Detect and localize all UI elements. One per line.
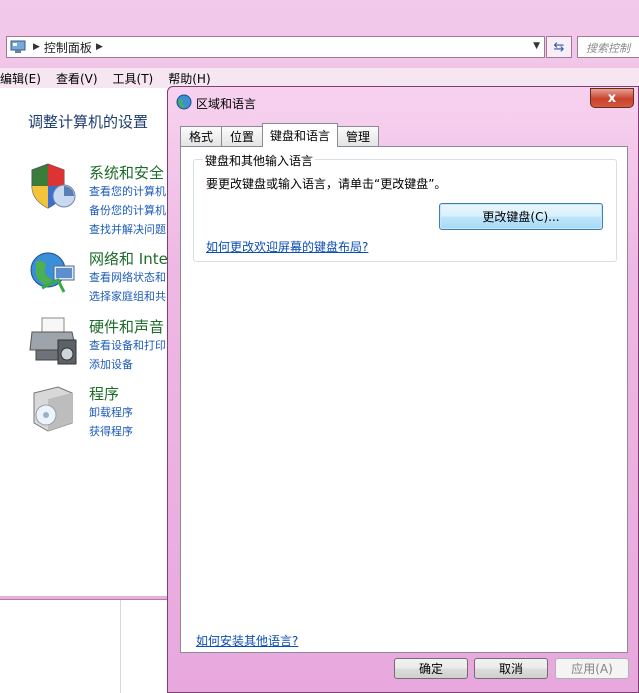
- menu-view[interactable]: 查看(V): [49, 70, 106, 87]
- close-button[interactable]: x: [590, 88, 634, 108]
- programs-box-icon: [33, 386, 73, 432]
- control-panel-icon: [7, 37, 29, 57]
- category-title[interactable]: 系统和安全: [89, 162, 164, 183]
- category-title[interactable]: 硬件和声音: [89, 316, 164, 337]
- change-keyboards-button[interactable]: 更改键盘(C)...: [439, 203, 603, 230]
- globe-network-icon: [30, 252, 75, 293]
- dialog-title: 区域和语言: [196, 97, 257, 111]
- keyboard-input-group: 键盘和其他输入语言 要更改键盘或输入语言，请单击“更改键盘”。 更改键盘(C).…: [193, 152, 617, 262]
- page-title: 调整计算机的设置: [28, 113, 149, 131]
- category-title[interactable]: 网络和 Inte: [89, 248, 168, 269]
- address-bar[interactable]: ▶ 控制面板 ▶ ▼: [6, 36, 545, 58]
- apply-button[interactable]: 应用(A): [555, 658, 629, 679]
- background-area: [0, 600, 170, 693]
- tab-keyboards-languages[interactable]: 键盘和语言: [262, 123, 339, 147]
- divider: [120, 600, 121, 693]
- category-title[interactable]: 程序: [89, 383, 119, 404]
- menu-bar: 编辑(E) 查看(V) 工具(T) 帮助(H): [0, 68, 639, 88]
- tab-location[interactable]: 位置: [221, 126, 264, 146]
- category-link[interactable]: 查看设备和打印: [89, 337, 166, 353]
- globe-icon: [176, 94, 192, 110]
- tab-administrative[interactable]: 管理: [337, 126, 380, 146]
- refresh-icon: ⇆: [553, 39, 565, 55]
- menu-edit[interactable]: 编辑(E): [0, 70, 49, 87]
- category-link[interactable]: 查看网络状态和: [89, 269, 166, 285]
- close-icon: x: [607, 90, 617, 106]
- refresh-button[interactable]: ⇆: [546, 36, 572, 58]
- tab-panel: 键盘和其他输入语言 要更改键盘或输入语言，请单击“更改键盘”。 更改键盘(C).…: [180, 146, 628, 653]
- tab-strip: 格式 位置 键盘和语言 管理: [180, 123, 380, 147]
- shield-icon: [31, 163, 76, 209]
- cancel-button[interactable]: 取消: [474, 658, 548, 679]
- group-description: 要更改键盘或输入语言，请单击“更改键盘”。: [206, 177, 447, 191]
- menu-help[interactable]: 帮助(H): [161, 70, 218, 87]
- breadcrumb-control-panel[interactable]: 控制面板: [44, 39, 92, 56]
- welcome-screen-keyboard-link[interactable]: 如何更改欢迎屏幕的键盘布局?: [206, 238, 368, 255]
- address-dropdown-icon[interactable]: ▼: [533, 41, 540, 51]
- control-panel-content: 调整计算机的设置 系统和安全 查看您的计算机 备份您的计算机 查找并解决问题 网…: [0, 88, 170, 596]
- category-link[interactable]: 查看您的计算机: [89, 183, 166, 199]
- menu-tools[interactable]: 工具(T): [106, 70, 162, 87]
- install-languages-link[interactable]: 如何安装其他语言?: [196, 632, 298, 649]
- category-link[interactable]: 备份您的计算机: [89, 202, 166, 218]
- category-link[interactable]: 查找并解决问题: [89, 221, 166, 237]
- group-legend: 键盘和其他输入语言: [203, 152, 316, 169]
- search-input[interactable]: 搜索控制: [577, 36, 639, 58]
- printer-icon: [29, 317, 77, 365]
- ok-button[interactable]: 确定: [394, 658, 468, 679]
- window-title-bar: [0, 0, 639, 34]
- category-link[interactable]: 添加设备: [89, 356, 133, 372]
- region-language-dialog: 区域和语言 x 格式 位置 键盘和语言 管理 键盘和其他输入语言 要更改键盘或输…: [167, 86, 639, 693]
- category-link[interactable]: 卸载程序: [89, 404, 133, 420]
- dialog-body: 格式 位置 键盘和语言 管理 键盘和其他输入语言 要更改键盘或输入语言，请单击“…: [180, 123, 628, 653]
- category-link[interactable]: 获得程序: [89, 423, 133, 439]
- tab-formats[interactable]: 格式: [180, 126, 223, 146]
- breadcrumb-arrow-icon[interactable]: ▶: [92, 42, 107, 52]
- category-link[interactable]: 选择家庭组和共: [89, 288, 166, 304]
- breadcrumb-arrow-icon[interactable]: ▶: [29, 42, 44, 52]
